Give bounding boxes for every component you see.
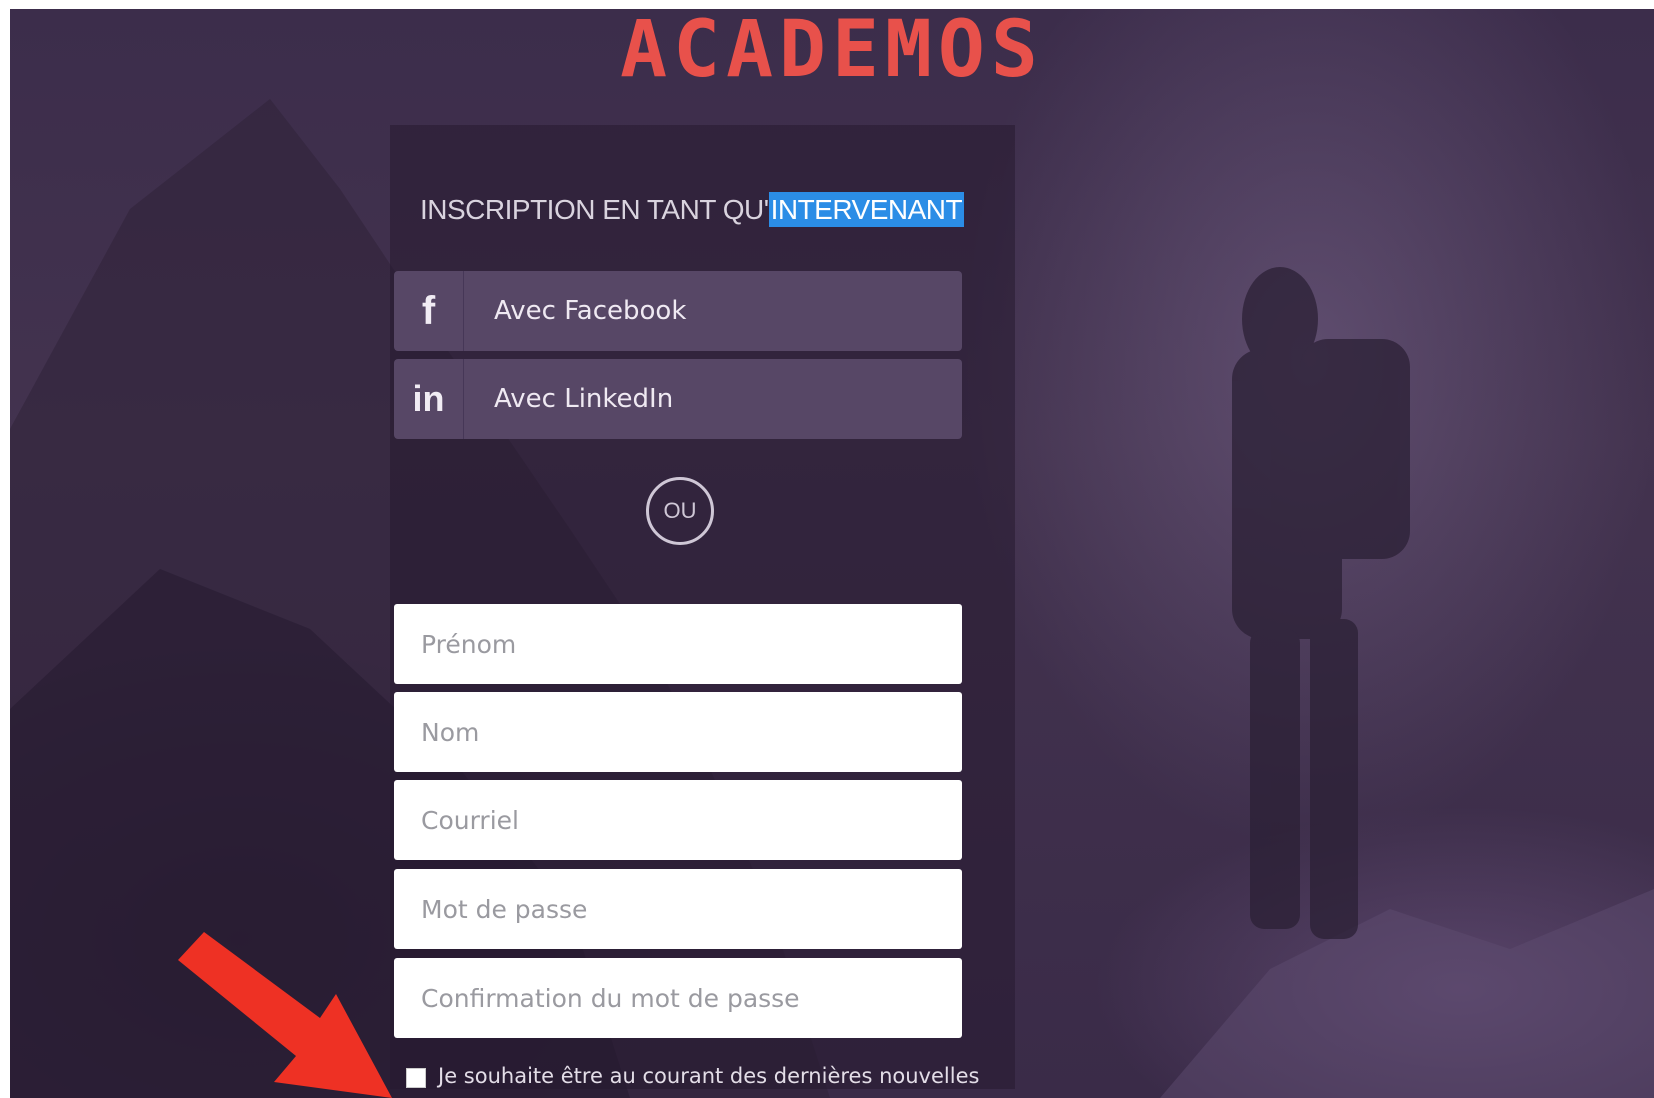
last-name-input[interactable]: [394, 692, 962, 772]
email-input[interactable]: [394, 780, 962, 860]
signup-title-prefix: INSCRIPTION EN TANT QU': [420, 194, 769, 225]
first-name-input[interactable]: [394, 604, 962, 684]
linkedin-signup-label: Avec LinkedIn: [494, 384, 674, 414]
linkedin-signup-button[interactable]: in Avec LinkedIn: [394, 359, 962, 439]
facebook-signup-label: Avec Facebook: [494, 296, 687, 326]
academos-logo[interactable]: ACADEMOS: [10, 9, 1654, 91]
or-divider: OU: [646, 477, 714, 545]
newsletter-checkbox[interactable]: [406, 1068, 426, 1088]
facebook-icon: f: [394, 271, 464, 351]
red-arrow-annotation: [178, 932, 392, 1098]
hiker-silhouette: [1232, 267, 1410, 939]
signup-title: INSCRIPTION EN TANT QU'INTERVENANT: [420, 188, 1020, 232]
facebook-signup-button[interactable]: f Avec Facebook: [394, 271, 962, 351]
signup-title-role: INTERVENANT: [768, 192, 965, 227]
password-input[interactable]: [394, 869, 962, 949]
linkedin-icon: in: [394, 359, 464, 439]
newsletter-label[interactable]: Je souhaite être au courant des dernière…: [438, 1064, 979, 1088]
confirm-password-input[interactable]: [394, 958, 962, 1038]
